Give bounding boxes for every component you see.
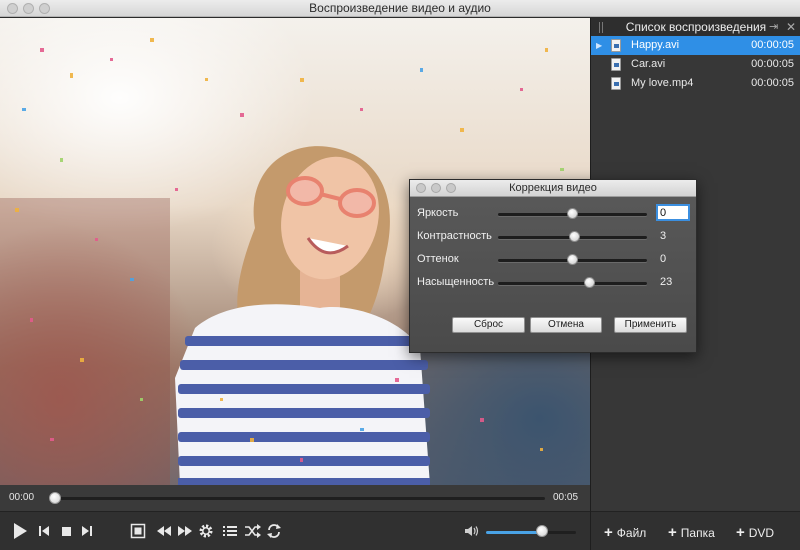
repeat-icon xyxy=(267,524,281,538)
dialog-titlebar: Коррекция видео xyxy=(410,180,696,197)
timeline-bar: 00:00 00:05 xyxy=(0,485,590,511)
window-title: Воспроизведение видео и аудио xyxy=(309,1,491,15)
shuffle-button[interactable] xyxy=(243,522,261,540)
settings-icon xyxy=(199,524,213,538)
next-button[interactable] xyxy=(80,522,94,540)
playlist-item-duration: 00:00:05 xyxy=(751,39,794,51)
stop-button[interactable] xyxy=(59,522,73,540)
adjustment-label: Насыщенность xyxy=(417,276,495,288)
adjustment-slider-track[interactable] xyxy=(498,282,647,285)
volume-icon xyxy=(465,526,479,536)
zoom-window-button[interactable] xyxy=(39,3,50,14)
apply-button[interactable]: Применить xyxy=(614,317,687,333)
video-file-icon xyxy=(611,77,621,90)
shuffle-icon xyxy=(244,524,261,538)
video-file-icon xyxy=(611,58,621,71)
seek-handle[interactable] xyxy=(49,492,61,504)
cancel-button[interactable]: Отмена xyxy=(530,317,602,333)
forward-icon xyxy=(178,526,192,536)
playlist-item-name: My love.mp4 xyxy=(631,77,694,89)
player-controls xyxy=(0,511,590,550)
plus-icon: + xyxy=(604,524,613,541)
volume-track[interactable] xyxy=(486,531,576,534)
playlist-icon xyxy=(223,526,237,536)
playlist-item[interactable]: ▶ Happy.avi 00:00:05 xyxy=(591,36,800,55)
current-item-arrow-icon: ▶ xyxy=(596,41,603,50)
adjustment-slider-handle[interactable] xyxy=(567,254,578,265)
plus-icon: + xyxy=(736,524,745,541)
dialog-minimize-button[interactable] xyxy=(431,183,441,193)
playlist-footer: + Файл + Папка + DVD xyxy=(591,511,800,550)
repeat-button[interactable] xyxy=(265,522,283,540)
adjustment-value: 23 xyxy=(660,276,673,288)
forward-button[interactable] xyxy=(177,522,193,540)
playlist-item[interactable]: My love.mp4 00:00:05 xyxy=(591,74,800,93)
next-icon xyxy=(82,526,92,536)
adjustment-row: Контрастность 3 xyxy=(410,228,696,246)
volume-button[interactable] xyxy=(464,522,480,540)
settings-button[interactable] xyxy=(198,522,214,540)
adjustment-slider-handle[interactable] xyxy=(584,277,595,288)
close-window-button[interactable] xyxy=(7,3,18,14)
total-time: 00:05 xyxy=(553,492,579,503)
video-correction-dialog: Коррекция видео Яркость Контрастность 3 Отт… xyxy=(409,179,697,353)
seek-track[interactable] xyxy=(55,497,545,500)
playlist-header: Список воспроизведения ⇥ ✕ xyxy=(591,18,800,36)
playlist-item-name: Car.avi xyxy=(631,58,666,70)
rewind-button[interactable] xyxy=(156,522,172,540)
play-icon xyxy=(14,523,27,539)
fullscreen-icon xyxy=(130,523,146,539)
video-file-icon xyxy=(611,39,621,52)
adjustment-label: Контрастность xyxy=(417,230,492,242)
add-file-label: Файл xyxy=(616,526,647,540)
add-folder-button[interactable]: + Папка xyxy=(668,524,715,541)
add-dvd-button[interactable]: + DVD xyxy=(736,524,774,541)
play-button[interactable] xyxy=(10,522,30,540)
adjustment-row: Яркость xyxy=(410,204,696,223)
stop-icon xyxy=(61,526,71,536)
playlist-item-duration: 00:00:05 xyxy=(751,58,794,70)
plus-icon: + xyxy=(668,524,677,541)
add-file-button[interactable]: + Файл xyxy=(604,524,646,541)
add-folder-label: Папка xyxy=(680,526,715,540)
reset-button[interactable]: Сброс xyxy=(452,317,525,333)
adjustment-label: Яркость xyxy=(417,207,459,219)
adjustment-value: 3 xyxy=(660,230,667,242)
adjustment-row: Оттенок 0 xyxy=(410,251,696,269)
pin-icon[interactable]: ⇥ xyxy=(769,18,778,36)
adjustment-row: Насыщенность 23 xyxy=(410,274,696,292)
playlist-item-duration: 00:00:05 xyxy=(751,77,794,89)
window-titlebar: Воспроизведение видео и аудио xyxy=(0,0,800,17)
current-time: 00:00 xyxy=(9,492,35,503)
playlist-button[interactable] xyxy=(222,522,238,540)
adjustment-label: Оттенок xyxy=(417,253,459,265)
fullscreen-button[interactable] xyxy=(129,522,147,540)
previous-button[interactable] xyxy=(37,522,51,540)
rewind-icon xyxy=(157,526,171,536)
dialog-close-button[interactable] xyxy=(416,183,426,193)
minimize-window-button[interactable] xyxy=(23,3,34,14)
brightness-value-input[interactable] xyxy=(656,204,690,221)
volume-handle[interactable] xyxy=(536,525,548,537)
close-icon[interactable]: ✕ xyxy=(786,18,796,36)
playlist-item[interactable]: Car.avi 00:00:05 xyxy=(591,55,800,74)
volume-level xyxy=(486,531,542,534)
adjustment-slider-handle[interactable] xyxy=(569,231,580,242)
dialog-zoom-button[interactable] xyxy=(446,183,456,193)
add-dvd-label: DVD xyxy=(748,526,775,540)
dialog-title: Коррекция видео xyxy=(509,182,597,194)
playlist-item-name: Happy.avi xyxy=(631,39,680,51)
prev-icon xyxy=(39,526,49,536)
adjustment-value: 0 xyxy=(660,253,667,265)
adjustment-slider-handle[interactable] xyxy=(567,208,578,219)
